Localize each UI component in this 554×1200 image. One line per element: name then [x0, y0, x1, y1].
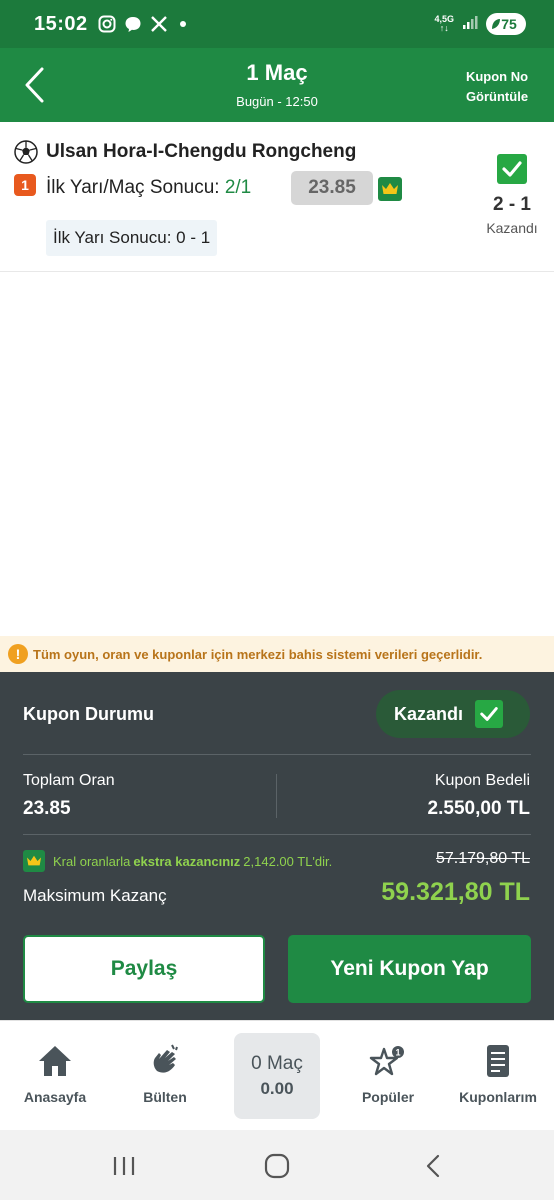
cart-total-odds: 0.00 [260, 1079, 294, 1098]
half-time-result: İlk Yarı Sonucu: 0 - 1 [46, 220, 218, 256]
system-navigation-bar [0, 1130, 554, 1200]
total-odds-value: 23.85 [23, 798, 71, 819]
instagram-icon [98, 15, 116, 33]
new-coupon-button[interactable]: Yeni Kupon Yap [288, 935, 531, 1003]
battery-saver-icon [492, 19, 500, 29]
status-checkmark-icon [475, 700, 504, 728]
king-odds-crown-icon [378, 177, 402, 201]
system-back-button[interactable] [420, 1152, 448, 1180]
app-header: 1 Maç Bugün - 12:50 Kupon No Görüntüle [0, 48, 554, 122]
x-logo-icon [150, 15, 168, 33]
notice-text: Tüm oyun, oran ve kuponlar için merkezi … [33, 646, 483, 662]
vertical-divider [276, 774, 277, 818]
more-notifications-dot-icon [179, 21, 186, 27]
warning-icon: ! [8, 644, 28, 664]
status-notification-icons [98, 15, 186, 33]
coupon-status-value: Kazandı [394, 703, 464, 724]
bet-market-label: İlk Yarı/Maç Sonucu: [46, 177, 225, 198]
stake-value: 2.550,00 TL [427, 798, 530, 819]
view-coupon-number-line1: Kupon No [465, 69, 529, 84]
max-win-label: Maksimum Kazanç [23, 886, 167, 905]
bet-market: İlk Yarı/Maç Sonucu: 2/1 [46, 177, 251, 199]
nav-popular[interactable]: 1 Popüler [333, 1041, 443, 1105]
svg-text:1: 1 [395, 1048, 400, 1058]
king-odds-bonus: Kral oranlarla ekstra kazancınız 2,142.0… [23, 850, 332, 872]
original-max-win: 57.179,80 TL [435, 850, 530, 867]
divider [23, 834, 531, 835]
nav-home[interactable]: Anasayfa [0, 1041, 110, 1105]
nav-bulletin[interactable]: Bülten [110, 1041, 220, 1105]
status-bar: 15:02 4,5G ↑↓ 75 [0, 0, 554, 48]
chat-bubble-icon [124, 15, 142, 33]
king-odds-crown-icon [23, 850, 45, 872]
soccer-ball-icon [14, 140, 38, 164]
match-result-label: Kazandı [486, 220, 538, 236]
bet-pick: 2/1 [224, 177, 252, 198]
share-button[interactable]: Paylaş [23, 935, 265, 1003]
recent-apps-icon [113, 1157, 135, 1175]
nav-popular-label: Popüler [361, 1089, 415, 1105]
coupon-summary-panel: Kupon Durumu Kazandı Toplam Oran 23.85 K… [0, 672, 554, 1020]
view-coupon-number-button[interactable]: Kupon No Görüntüle [462, 67, 532, 107]
match-number-badge: 1 [14, 174, 36, 196]
signal-icon [462, 14, 478, 35]
status-time: 15:02 [34, 12, 88, 35]
hand-icon [153, 1044, 178, 1073]
back-chevron-icon [426, 1154, 440, 1178]
network-type-label: 4,5G [434, 14, 454, 24]
nav-bulletin-label: Bülten [143, 1089, 187, 1105]
cart-match-count: 0 Maç [251, 1053, 303, 1074]
king-odds-text-suffix: 2,142.00 TL'dir. [243, 853, 333, 869]
divider [23, 754, 531, 755]
home-system-button[interactable] [263, 1152, 291, 1180]
network-indicator: 4,5G ↑↓ [434, 14, 454, 33]
stake-label: Kupon Bedeli [434, 772, 530, 789]
bet-odds: 23.85 [291, 171, 373, 205]
nav-home-label: Anasayfa [23, 1089, 87, 1105]
nav-my-coupons[interactable]: Kuponlarım [443, 1041, 553, 1105]
popular-star-icon: 1 [369, 1046, 404, 1076]
nav-my-coupons-label: Kuponlarım [459, 1089, 537, 1105]
bottom-navigation: Anasayfa Bülten 0 Maç 0.00 1 Popüler Kup… [0, 1020, 554, 1130]
home-icon [39, 1046, 71, 1076]
match-teams: Ulsan Hora-I-Chengdu Rongcheng [46, 141, 357, 162]
nav-coupon-cart[interactable]: 0 Maç 0.00 [234, 1033, 320, 1119]
king-odds-text-prefix: Kral oranlarla [53, 853, 131, 869]
coupon-status-badge: Kazandı [376, 690, 530, 738]
view-coupon-number-line2: Görüntüle [465, 89, 529, 104]
match-score: 2 - 1 [492, 194, 532, 215]
max-win-value: 59.321,80 TL [381, 878, 530, 906]
home-circle-icon [264, 1153, 290, 1179]
king-odds-text-bold: ekstra kazancınız [133, 853, 241, 869]
total-odds-label: Toplam Oran [23, 772, 115, 789]
recent-apps-button[interactable] [110, 1152, 138, 1180]
battery-level: 75 [501, 16, 517, 32]
coupons-list-icon [487, 1045, 509, 1077]
coupon-status-label: Kupon Durumu [23, 704, 154, 724]
battery-indicator: 75 [486, 13, 526, 35]
match-card: Ulsan Hora-I-Chengdu Rongcheng 1 İlk Yar… [0, 122, 554, 272]
won-checkmark-icon [497, 154, 527, 184]
info-notice: ! Tüm oyun, oran ve kuponlar için merkez… [0, 636, 554, 672]
